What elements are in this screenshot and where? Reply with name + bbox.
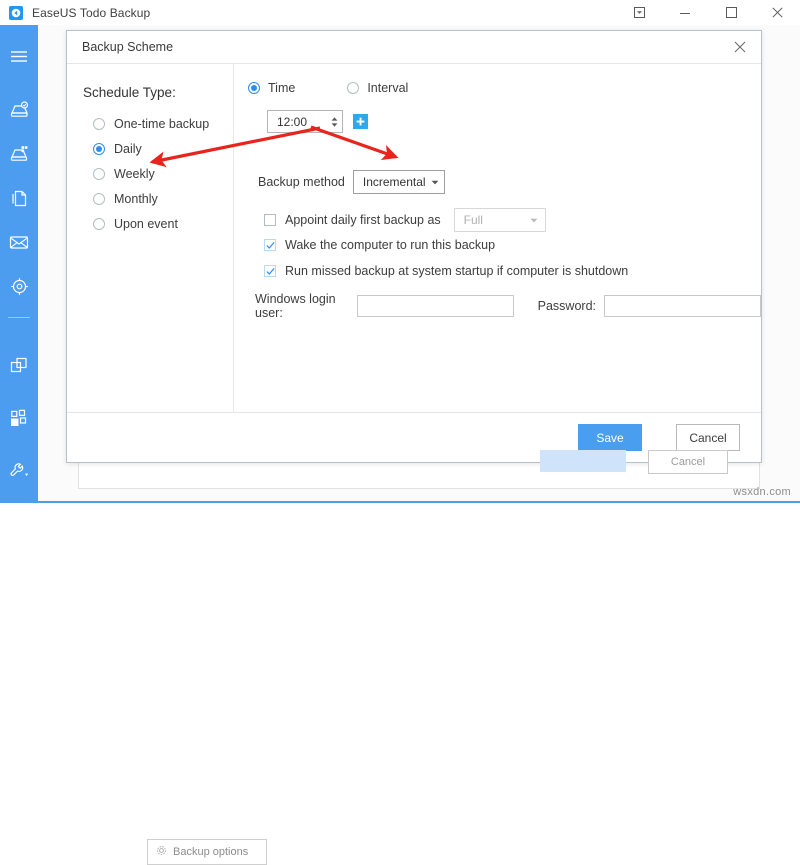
radio-upon-event[interactable]: Upon event: [93, 217, 178, 231]
appoint-first-backup-label: Appoint daily first backup as: [285, 213, 441, 227]
background-proceed-button[interactable]: [540, 450, 626, 472]
backup-method-value: Incremental: [362, 175, 426, 189]
radio-indicator: [347, 82, 360, 94]
appoint-first-backup-select[interactable]: Full: [453, 208, 546, 232]
appoint-first-backup-row: Appoint daily first backup as Full: [264, 208, 546, 232]
radio-indicator: [93, 168, 105, 180]
schedule-settings-panel: Time Interval 12:00 Backup method Increm…: [234, 64, 761, 412]
appoint-first-backup-value: Full: [463, 213, 483, 227]
easeus-logo-icon: [9, 5, 23, 20]
plus-icon: [356, 117, 365, 126]
minimize-button[interactable]: [662, 1, 708, 25]
radio-indicator: [93, 193, 105, 205]
backup-method-row: Backup method Incremental: [258, 170, 445, 194]
window-title-bar: EaseUS Todo Backup: [0, 0, 800, 26]
rail-divider: [8, 317, 30, 318]
backup-scheme-dialog: Backup Scheme Schedule Type: One-time ba…: [66, 30, 762, 463]
run-missed-backup-checkbox[interactable]: [264, 265, 276, 277]
time-control-row: 12:00: [267, 110, 368, 133]
radio-label: One-time backup: [114, 117, 210, 131]
radio-interval[interactable]: Interval: [347, 81, 408, 95]
dialog-close-icon[interactable]: [729, 36, 751, 58]
background-cancel-button[interactable]: Cancel: [648, 450, 728, 474]
backup-method-select[interactable]: Incremental: [352, 170, 445, 194]
chevron-up-icon: [331, 116, 337, 121]
left-navigation-rail: [0, 25, 38, 503]
radio-indicator: [248, 82, 260, 94]
credentials-row: Windows login user: Password:: [255, 292, 761, 320]
add-time-button[interactable]: [353, 114, 368, 129]
appoint-first-backup-checkbox[interactable]: [264, 214, 276, 226]
backup-method-label: Backup method: [258, 175, 345, 189]
clone-icon[interactable]: [0, 351, 38, 381]
radio-weekly[interactable]: Weekly: [93, 167, 155, 181]
restore-down-button[interactable]: [616, 1, 662, 25]
close-button[interactable]: [754, 1, 800, 25]
wake-computer-label: Wake the computer to run this backup: [285, 238, 496, 252]
background-cancel-label: Cancel: [670, 456, 706, 468]
radio-indicator: [93, 218, 105, 230]
windows-login-user-label: Windows login user:: [255, 292, 336, 320]
chevron-down-icon: [426, 180, 444, 185]
watermark: wsxdn.com: [733, 486, 791, 498]
wake-computer-row[interactable]: Wake the computer to run this backup: [264, 238, 495, 252]
wrench-settings-icon[interactable]: [0, 455, 38, 485]
time-stepper[interactable]: 12:00: [267, 110, 343, 133]
time-value: 12:00: [277, 114, 308, 129]
windows-login-user-input[interactable]: [356, 295, 514, 317]
maximize-button[interactable]: [708, 1, 754, 25]
backup-options-button[interactable]: Backup options: [147, 839, 267, 865]
cancel-button[interactable]: Cancel: [676, 424, 740, 451]
radio-indicator: [93, 118, 105, 130]
radio-label: Upon event: [114, 217, 178, 231]
dialog-title: Backup Scheme: [82, 40, 174, 54]
radio-label: Time: [268, 81, 296, 95]
app-title: EaseUS Todo Backup: [32, 5, 151, 20]
password-input[interactable]: [604, 295, 761, 317]
system-backup-icon[interactable]: [0, 139, 38, 169]
check-icon: [266, 268, 275, 275]
radio-label: Interval: [367, 81, 409, 95]
radio-one-time-backup[interactable]: One-time backup: [93, 117, 209, 131]
password-label: Password:: [537, 299, 596, 313]
wake-computer-checkbox[interactable]: [264, 239, 276, 251]
chevron-down-icon: [523, 218, 545, 223]
run-missed-backup-label: Run missed backup at system startup if c…: [285, 264, 629, 278]
save-button[interactable]: Save: [578, 424, 642, 451]
mail-backup-icon[interactable]: [0, 227, 38, 257]
dialog-header: Backup Scheme: [67, 31, 761, 64]
schedule-mode-group: Time Interval: [248, 81, 408, 95]
radio-label: Daily: [114, 142, 142, 156]
radio-label: Weekly: [114, 167, 155, 181]
application-window: EaseUS Todo Backup Backup options Backup…: [0, 0, 800, 865]
radio-label: Monthly: [114, 192, 158, 206]
check-icon: [266, 242, 275, 249]
disk-backup-icon[interactable]: [0, 95, 38, 125]
radio-monthly[interactable]: Monthly: [93, 192, 158, 206]
time-spinner-arrows[interactable]: [326, 116, 342, 127]
run-missed-backup-row[interactable]: Run missed backup at system startup if c…: [264, 264, 628, 278]
radio-daily[interactable]: Daily: [93, 142, 142, 156]
chevron-down-icon: [331, 122, 337, 127]
schedule-type-heading: Schedule Type:: [83, 85, 176, 100]
dialog-body: Schedule Type: One-time backup Daily Wee…: [67, 64, 761, 412]
apps-grid-icon[interactable]: [0, 403, 38, 433]
gear-icon: [156, 845, 167, 859]
schedule-type-panel: Schedule Type: One-time backup Daily Wee…: [67, 64, 234, 412]
backup-options-label: Backup options: [173, 846, 249, 858]
hamburger-menu-icon[interactable]: [0, 41, 38, 71]
radio-indicator: [93, 143, 105, 155]
target-smart-backup-icon[interactable]: [0, 271, 38, 301]
radio-time[interactable]: Time: [248, 81, 295, 95]
file-backup-icon[interactable]: [0, 183, 38, 213]
